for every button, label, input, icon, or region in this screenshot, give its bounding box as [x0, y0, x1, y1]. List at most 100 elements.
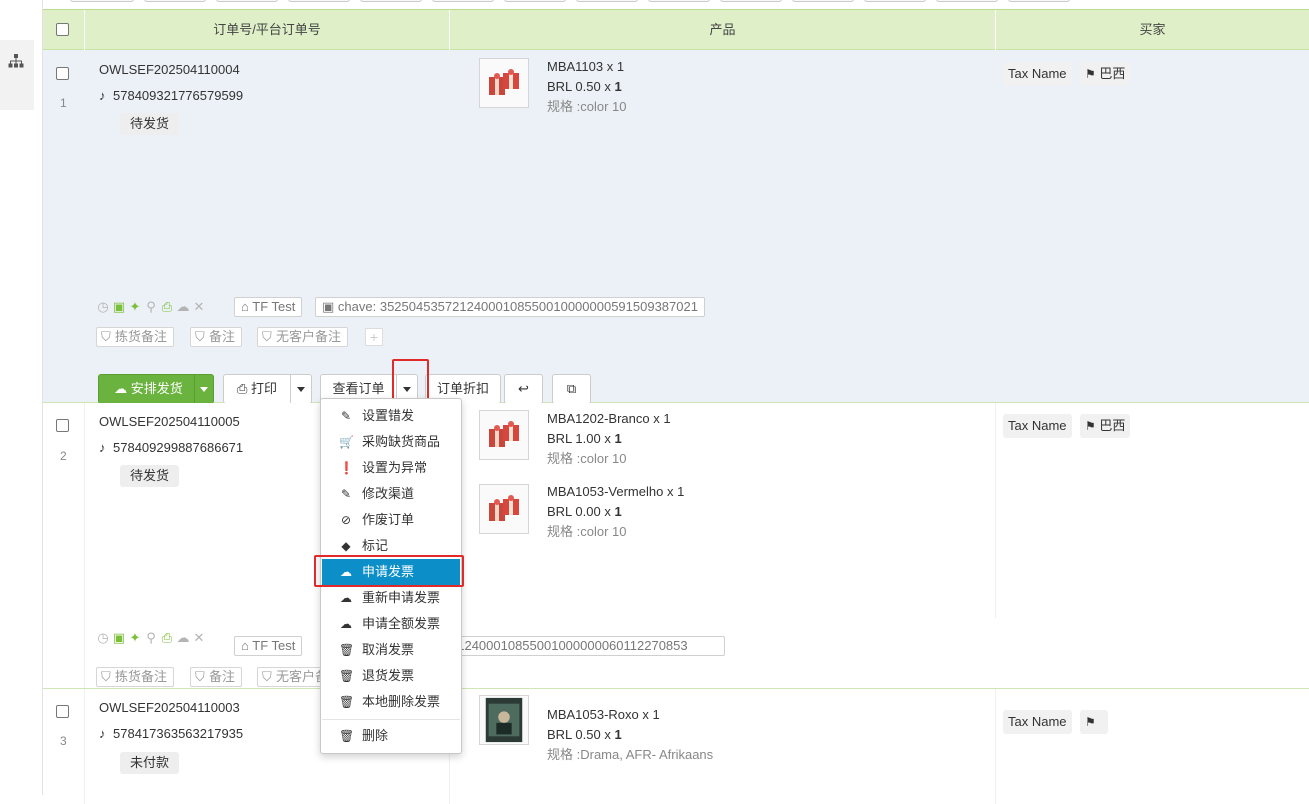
- print-button[interactable]: ⎙ 打印: [223, 374, 291, 404]
- remark-note[interactable]: ⛉ 备注: [190, 327, 243, 347]
- undo-button[interactable]: ↩: [504, 374, 543, 404]
- home-icon: ⌂: [241, 638, 249, 653]
- platform-order: ♪ 578409321776579599: [99, 88, 243, 103]
- product-header: 产品: [709, 22, 736, 37]
- product-thumbnail[interactable]: [479, 410, 529, 460]
- map-marker-icon[interactable]: ⚲: [143, 628, 159, 648]
- menu-divider: [322, 719, 460, 720]
- toolbar-button[interactable]: [576, 0, 638, 2]
- toolbar-button[interactable]: [432, 0, 494, 2]
- buyer-header: 买家: [1139, 22, 1166, 37]
- order-number[interactable]: OWLSEF202504110003: [99, 700, 240, 715]
- ship-dropdown[interactable]: [194, 374, 214, 404]
- bookmark-icon: ⛉: [262, 669, 272, 684]
- product-thumbnail[interactable]: [479, 58, 529, 108]
- toolbar-button[interactable]: [144, 0, 206, 2]
- toolbar-button[interactable]: [504, 0, 566, 2]
- gift-icon[interactable]: ✦: [127, 297, 143, 317]
- toolbar-button[interactable]: [864, 0, 926, 2]
- toolbar-button[interactable]: [70, 0, 134, 2]
- country-tag: ⚑ 巴西: [1080, 62, 1131, 86]
- order-number[interactable]: OWLSEF202504110004: [99, 62, 240, 77]
- clock-icon[interactable]: ◷: [95, 297, 111, 317]
- row-index: 1: [60, 96, 67, 110]
- menu-item-return-invoice[interactable]: 🗑 退货发票: [322, 663, 460, 689]
- platform-order-number[interactable]: 578417363563217935: [113, 726, 243, 741]
- menu-item-set-abnormal[interactable]: ❗ 设置为异常: [322, 455, 460, 481]
- tree-toggle[interactable]: [0, 40, 34, 110]
- copy-button[interactable]: ⧉: [552, 374, 591, 404]
- menu-item-local-delete-invoice[interactable]: 🗑 本地删除发票: [322, 689, 460, 715]
- product-name[interactable]: MBA1202-Branco x 1: [547, 409, 671, 429]
- map-marker-icon[interactable]: ⚲: [143, 297, 159, 317]
- clock-icon[interactable]: ◷: [95, 628, 111, 648]
- tax-name-tag: Tax Name: [1003, 710, 1072, 734]
- money-icon[interactable]: ▣: [111, 297, 127, 317]
- toolbar-button[interactable]: [216, 0, 278, 2]
- toolbar-button[interactable]: [648, 0, 710, 2]
- cloud-upload-icon: ☁: [114, 381, 128, 396]
- trash-icon: 🗑: [339, 695, 355, 709]
- toolbar-button[interactable]: [792, 0, 854, 2]
- print-dropdown[interactable]: [290, 374, 312, 404]
- order-row: 3 OWLSEF202504110003 ♪ 578417363563217935…: [43, 689, 1309, 804]
- product-thumbnail[interactable]: [479, 484, 529, 534]
- toolbar-button[interactable]: [360, 0, 422, 2]
- close-icon[interactable]: ✕: [191, 297, 207, 317]
- platform-order-number[interactable]: 578409321776579599: [113, 88, 243, 103]
- order-number[interactable]: OWLSEF202504110005: [99, 414, 240, 429]
- gift-image: [489, 495, 519, 521]
- menu-item-change-channel[interactable]: ✎ 修改渠道: [322, 481, 460, 507]
- toolbar-button[interactable]: [720, 0, 782, 2]
- picking-note[interactable]: ⛉ 拣货备注: [96, 327, 175, 347]
- row-checkbox[interactable]: [56, 705, 69, 718]
- close-icon[interactable]: ✕: [191, 628, 207, 648]
- print-icon: ⎙: [236, 381, 248, 396]
- select-all-checkbox[interactable]: [56, 23, 69, 36]
- customer-note[interactable]: ⛉无客户备注: [257, 327, 349, 347]
- status-badge: 待发货: [120, 465, 180, 487]
- money-icon[interactable]: ▣: [111, 628, 127, 648]
- menu-item-reapply-invoice[interactable]: ☁ 重新申请发票: [322, 585, 460, 611]
- highlight-apply-invoice: [314, 555, 464, 587]
- ship-button[interactable]: ☁ 安排发货: [98, 374, 199, 404]
- product-name[interactable]: MBA1103 x 1: [547, 57, 626, 77]
- gift-icon[interactable]: ✦: [127, 628, 143, 648]
- menu-item-cancel-invoice[interactable]: 🗑 取消发票: [322, 637, 460, 663]
- platform-order-number[interactable]: 578409299887686671: [113, 440, 243, 455]
- product-spec: 规格 :Drama, AFR- Afrikaans: [547, 747, 714, 762]
- flag-icon: ⚑: [1085, 419, 1096, 433]
- menu-item-apply-full-invoice[interactable]: ☁ 申请全额发票: [322, 611, 460, 637]
- home-icon: ⌂: [241, 299, 249, 314]
- menu-item-void-order[interactable]: ⊘ 作废订单: [322, 507, 460, 533]
- picking-note[interactable]: ⛉ 拣货备注: [96, 667, 175, 687]
- product-thumbnail[interactable]: [479, 695, 529, 745]
- dvd-cover-image: [485, 697, 523, 743]
- reply-icon: ↩: [518, 381, 529, 396]
- menu-item-purchase-missing[interactable]: 🛒 采购缺货商品: [322, 429, 460, 455]
- product-info: MBA1202-Branco x 1 BRL 1.00 x 1 规格 :colo…: [547, 409, 671, 469]
- platform-order: ♪ 578409299887686671: [99, 440, 243, 455]
- product-name[interactable]: MBA1053-Roxo x 1: [547, 705, 713, 725]
- toolbar-button[interactable]: [288, 0, 350, 2]
- toolbar-button[interactable]: [936, 0, 998, 2]
- flag-icon: ⚑: [1085, 715, 1096, 729]
- row-checkbox[interactable]: [56, 67, 69, 80]
- cloud-icon[interactable]: ☁: [175, 297, 191, 317]
- menu-item-set-wrong-shipment[interactable]: ✎ 设置错发: [322, 403, 460, 429]
- cart-icon: 🛒: [339, 435, 354, 449]
- menu-item-delete[interactable]: 🗑 删除: [322, 723, 460, 749]
- cloud-icon[interactable]: ☁: [175, 628, 191, 648]
- row-checkbox[interactable]: [56, 419, 69, 432]
- gift-image: [489, 69, 519, 95]
- remark-note[interactable]: ⛉ 备注: [190, 667, 243, 687]
- trash-icon: 🗑: [339, 643, 355, 657]
- print-icon[interactable]: ⎙: [159, 297, 175, 317]
- bookmark-icon: ⛉: [101, 329, 111, 344]
- toolbar-button[interactable]: [1008, 0, 1070, 2]
- gift-image: [489, 421, 519, 447]
- product-name[interactable]: MBA1053-Vermelho x 1: [547, 482, 684, 502]
- add-note-button[interactable]: +: [365, 328, 383, 346]
- print-icon[interactable]: ⎙: [159, 628, 175, 648]
- tiktok-icon: ♪: [99, 440, 106, 455]
